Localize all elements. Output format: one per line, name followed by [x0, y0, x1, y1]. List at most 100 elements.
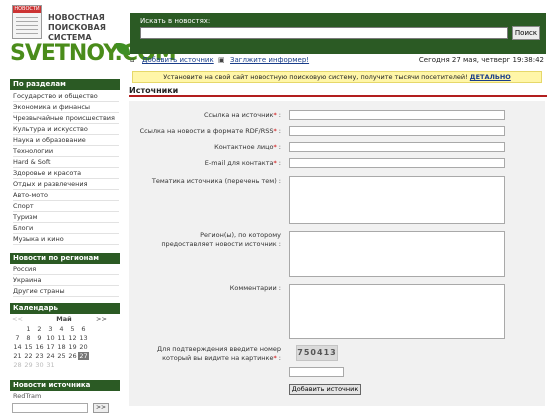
search-panel: Искать в новостях: Поиск	[130, 13, 546, 54]
sidebar-item-incidents[interactable]: Чрезвычайные происшествия	[13, 113, 119, 124]
calendar-prev[interactable]: <<	[12, 315, 23, 323]
sidebar-item-blogs[interactable]: Блоги	[13, 223, 119, 234]
informer-link[interactable]: Заглжите информер!	[230, 56, 309, 64]
calendar-day[interactable]: 22	[23, 352, 34, 360]
calendar-day[interactable]: 26	[67, 352, 78, 360]
sidebar-item-tourism[interactable]: Туризм	[13, 212, 119, 223]
calendar-week: 14 15 16 17 18 19 20	[12, 343, 89, 351]
informer-icon: ▣	[218, 56, 225, 64]
field-label-email: E-mail для контакта* :	[204, 159, 281, 167]
calendar-week: 28 29 30 31	[12, 361, 89, 369]
calendar-day[interactable]: 9	[34, 334, 45, 342]
add-source-form: Ссылка на источник* : Ссылка на новости …	[129, 101, 545, 406]
calendar-month: Май	[56, 315, 72, 323]
calendar-day[interactable]: 17	[45, 343, 56, 351]
calendar-week: 21 22 23 24 25 26 27	[12, 352, 89, 360]
field-label-comments: Комментарии :	[229, 284, 281, 292]
add-source-button[interactable]: Добавить источник	[289, 384, 361, 395]
calendar-day[interactable]: 2	[34, 325, 45, 333]
sidebar-item-sport[interactable]: Спорт	[13, 201, 119, 212]
rss-url-input[interactable]	[289, 126, 505, 136]
sidebar-item-health[interactable]: Здоровье и красота	[13, 168, 119, 179]
source-input[interactable]	[12, 403, 88, 413]
add-source-link[interactable]: Добавить источник	[142, 56, 214, 64]
regions-header: Новости по регионам	[10, 253, 120, 264]
source-go-button[interactable]: >>	[93, 403, 109, 413]
calendar-day[interactable]: 5	[67, 325, 78, 333]
calendar-day[interactable]: 13	[78, 334, 89, 342]
field-label-topics: Тематика источника (перечень тем) :	[151, 177, 281, 185]
calendar-day[interactable]: 18	[56, 343, 67, 351]
calendar-day[interactable]: 3	[45, 325, 56, 333]
sidebar-item-ukraine[interactable]: Украина	[13, 275, 119, 286]
calendar-day[interactable]: 21	[12, 352, 23, 360]
search-button[interactable]: Поиск	[512, 26, 540, 40]
field-label-regions: Регион(ы), по которому предоставляет нов…	[161, 231, 281, 248]
captcha-image: 750413	[296, 345, 338, 361]
calendar-week: 7 8 9 10 11 12 13	[12, 334, 89, 342]
field-label-contact-person: Контактное лицо* :	[214, 143, 281, 151]
source-url-input[interactable]	[289, 110, 505, 120]
search-label: Искать в новостях:	[140, 17, 211, 25]
calendar-day[interactable]: 15	[23, 343, 34, 351]
banner-text: Установите на свой сайт новостную поиско…	[163, 73, 468, 81]
calendar-day[interactable]: 20	[78, 343, 89, 351]
calendar-next[interactable]: >>	[96, 315, 107, 323]
calendar-day[interactable]: 12	[67, 334, 78, 342]
calendar-day[interactable]: 27	[78, 352, 89, 360]
sidebar-item-music[interactable]: Музыка и кино	[13, 234, 119, 245]
calendar-day[interactable]: 4	[56, 325, 67, 333]
banner-details-link[interactable]: ДЕТАЛЬНО	[470, 73, 511, 81]
newspaper-icon: НОВОСТИ	[12, 5, 42, 39]
calendar-day[interactable]: 23	[34, 352, 45, 360]
topics-textarea[interactable]	[289, 176, 505, 224]
calendar-day[interactable]: 10	[45, 334, 56, 342]
search-input[interactable]	[140, 27, 508, 39]
source-label: RedTram	[13, 392, 42, 400]
page-title: Источники	[129, 87, 547, 97]
calendar-day[interactable]: 7	[12, 334, 23, 342]
top-links: ⌂ Добавить источник ▣ Заглжите информер!…	[130, 54, 546, 66]
site-logo[interactable]: НОВОСТИ НОВОСТНАЯ ПОИСКОВАЯ СИСТЕМА SVET…	[8, 5, 177, 67]
sections-header: По разделам	[10, 79, 120, 90]
sidebar-item-russia[interactable]: Россия	[13, 264, 119, 275]
calendar-day[interactable]: 14	[12, 343, 23, 351]
calendar-day[interactable]: 25	[56, 352, 67, 360]
contact-person-input[interactable]	[289, 142, 505, 152]
sidebar-item-technology[interactable]: Технологии	[13, 146, 119, 157]
calendar-header: Календарь	[10, 303, 120, 314]
calendar-day[interactable]: 1	[23, 325, 34, 333]
field-label-source-url: Ссылка на источник* :	[204, 111, 281, 119]
sidebar-item-leisure[interactable]: Отдых и развлечения	[13, 179, 119, 190]
comments-textarea[interactable]	[289, 284, 505, 339]
calendar-day[interactable]: 8	[23, 334, 34, 342]
sidebar-item-economy[interactable]: Экономика и финансы	[13, 102, 119, 113]
field-label-rss-url: Ссылка на новости в формате RDF/RSS* :	[139, 127, 281, 135]
sidebar-item-science[interactable]: Наука и образование	[13, 135, 119, 146]
captcha-input[interactable]	[289, 367, 344, 377]
calendar-day[interactable]: 30	[34, 361, 45, 369]
field-label-captcha: Для подтверждения введите номер который …	[157, 345, 281, 362]
promo-banner: Установите на свой сайт новостную поиско…	[132, 71, 542, 83]
current-date: Сегодня 27 мая, четверг 19:38:42	[418, 56, 544, 64]
logo-tagline: НОВОСТНАЯ ПОИСКОВАЯ СИСТЕМА	[48, 13, 106, 42]
regions-textarea[interactable]	[289, 231, 505, 277]
source-header: Новости источника	[10, 380, 120, 391]
calendar-day[interactable]: 28	[12, 361, 23, 369]
sidebar-item-other-countries[interactable]: Другие страны	[13, 286, 119, 297]
calendar-week: 123456	[12, 325, 89, 333]
sidebar-item-society[interactable]: Государство и общество	[13, 91, 119, 102]
calendar-day[interactable]: 6	[78, 325, 89, 333]
calendar-day[interactable]: 29	[23, 361, 34, 369]
calendar-day[interactable]: 31	[45, 361, 56, 369]
email-input[interactable]	[289, 158, 505, 168]
calendar-day[interactable]: 19	[67, 343, 78, 351]
sidebar-item-culture[interactable]: Культура и искусство	[13, 124, 119, 135]
sidebar-item-hard-soft[interactable]: Hard & Soft	[13, 157, 119, 168]
sidebar-item-auto[interactable]: Авто-мото	[13, 190, 119, 201]
house-icon: ⌂	[130, 56, 135, 64]
calendar-day[interactable]: 24	[45, 352, 56, 360]
logo-news-label: НОВОСТИ	[13, 6, 41, 13]
calendar-day[interactable]: 16	[34, 343, 45, 351]
calendar-day[interactable]: 11	[56, 334, 67, 342]
